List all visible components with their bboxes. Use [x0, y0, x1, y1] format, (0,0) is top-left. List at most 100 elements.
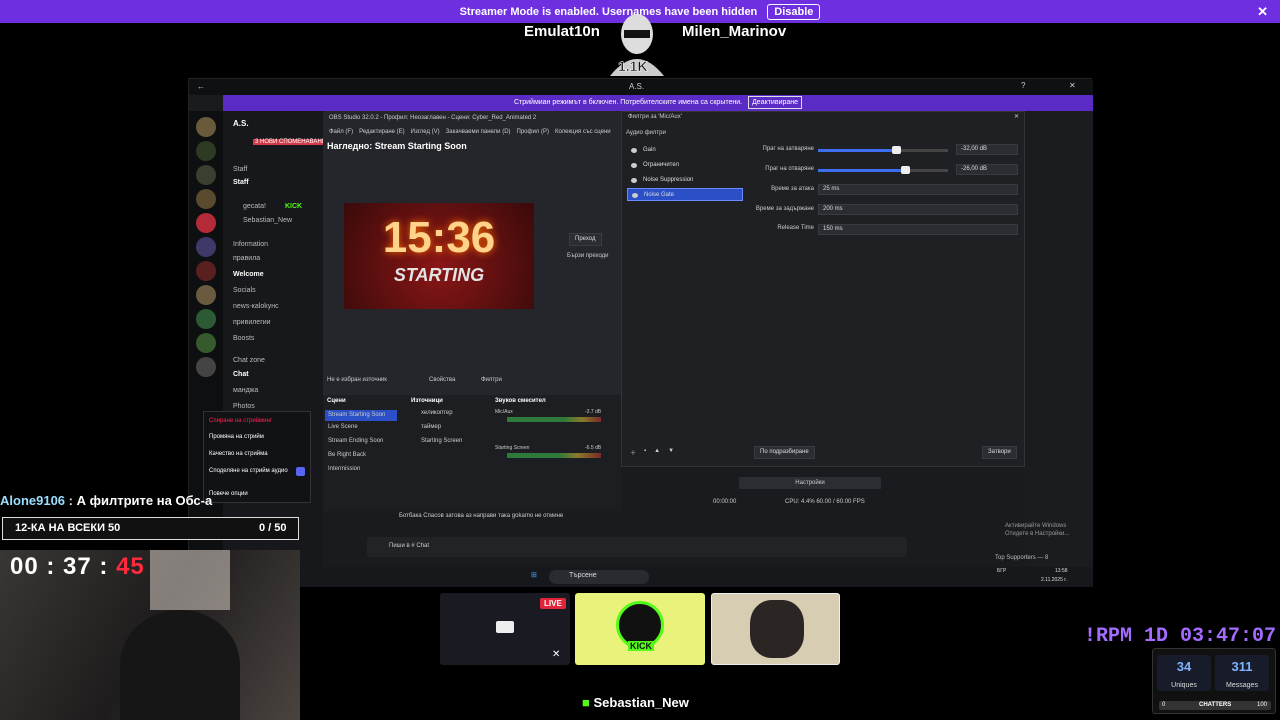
channel-photos[interactable]: Photos [233, 403, 255, 410]
menu-view[interactable]: Изглед (V) [411, 129, 440, 135]
mask-avatar-tile[interactable] [711, 593, 840, 665]
server-icon[interactable] [196, 333, 216, 353]
menu-file[interactable]: Файл (F) [329, 129, 353, 135]
help-icon[interactable]: ? [1021, 81, 1025, 90]
stream-quality-item[interactable]: Качество на стрийма [209, 451, 268, 457]
filter-item[interactable]: Gain [627, 144, 743, 157]
sources-dock-title: Източници [411, 398, 443, 404]
scene-item[interactable]: Live Scene [328, 424, 358, 430]
close-threshold-slider[interactable] [818, 146, 948, 154]
menu-profile[interactable]: Профил (P) [517, 129, 549, 135]
source-item[interactable]: хеликоптер [421, 410, 453, 416]
transition-button[interactable]: Преход [569, 233, 602, 246]
timer-hours: 00 [10, 553, 39, 580]
channel-news[interactable]: news-каlokунс [233, 303, 279, 310]
more-options-item[interactable]: Повече опции [209, 491, 248, 497]
server-icon[interactable] [196, 165, 216, 185]
server-icon[interactable] [196, 285, 216, 305]
window-close-icon[interactable]: ✕ [1069, 81, 1076, 90]
channel-socials[interactable]: Socials [233, 287, 256, 294]
menu-edit[interactable]: Редактиране (E) [359, 129, 405, 135]
eye-icon[interactable] [632, 193, 638, 198]
close-icon[interactable]: ✕ [1257, 4, 1268, 20]
channel-chat[interactable]: Chat [233, 371, 249, 378]
menu-docks[interactable]: Закачваеми панели (D) [446, 129, 511, 135]
properties-button[interactable]: Свойства [429, 377, 455, 383]
channel-rules[interactable]: правила [233, 255, 260, 262]
open-threshold-field[interactable]: -26,00 dB [956, 164, 1018, 175]
channel-staff[interactable]: Staff [233, 179, 249, 186]
defaults-button[interactable]: По подразбиране [754, 446, 815, 459]
move-down-icon[interactable]: ▼ [668, 448, 674, 457]
channel-privileges[interactable]: привилегии [233, 319, 271, 326]
server-icon[interactable] [196, 189, 216, 209]
hold-time-field[interactable]: 200 ms [818, 204, 1018, 215]
disable-button[interactable]: Disable [767, 3, 821, 20]
audio-filters-label: Аудио филтри [626, 130, 666, 136]
obs-settings-button[interactable]: Настройки [739, 477, 881, 489]
screen-share-tile[interactable]: LIVE ✕ [440, 593, 570, 665]
eye-icon[interactable] [631, 148, 637, 153]
source-item[interactable]: таймер [421, 424, 441, 430]
scene-item[interactable]: Be Right Back [328, 452, 366, 458]
stop-stream-item[interactable]: Спиране на стрийминг [209, 418, 272, 424]
add-icon[interactable]: ＋ [630, 448, 636, 457]
category-chat-zone[interactable]: Chat zone [233, 357, 265, 364]
channel-boosts[interactable]: Boosts [233, 335, 254, 342]
eye-icon[interactable] [631, 163, 637, 168]
close-threshold-field[interactable]: -32,00 dB [956, 144, 1018, 155]
deactivate-button[interactable]: Деактивиране [748, 96, 803, 109]
move-up-icon[interactable]: ▲ [654, 448, 660, 457]
player-left-name: Emulat10n [524, 23, 600, 40]
eye-icon[interactable] [631, 178, 637, 183]
mixer-meter [507, 417, 601, 422]
scene-item[interactable]: Stream Ending Soon [328, 438, 383, 444]
server-icon[interactable] [196, 117, 216, 137]
source-item[interactable]: Starting Screen [421, 438, 462, 444]
filters-button[interactable]: Филтри [481, 377, 502, 383]
filters-close-icon[interactable]: ✕ [1014, 113, 1019, 120]
channel-mandzha[interactable]: манджа [233, 387, 258, 394]
open-threshold-slider[interactable] [818, 166, 948, 174]
kick-avatar-tile[interactable]: KICK [575, 593, 705, 665]
server-icon[interactable] [196, 141, 216, 161]
change-stream-item[interactable]: Промяна на стрийм [209, 434, 264, 440]
server-icon[interactable] [196, 213, 216, 233]
preview-canvas[interactable]: 15:36 STARTING [344, 203, 534, 309]
filter-item[interactable]: Noise Suppression [627, 174, 743, 187]
channel-welcome[interactable]: Welcome [233, 271, 264, 278]
category-information[interactable]: Information [233, 241, 268, 248]
taskbar-date[interactable]: 2.11.2025 г. [1041, 577, 1067, 583]
release-time-field[interactable]: 150 ms [818, 224, 1018, 235]
preview-time: 15:36 [382, 213, 496, 262]
voice-user: gecata! [243, 203, 266, 210]
attack-time-field[interactable]: 25 ms [818, 184, 1018, 195]
mentions-badge[interactable]: 3 НОВИ СПОМЕНАВАНИЯ [253, 139, 333, 145]
windows-start-icon[interactable]: ⊞ [531, 571, 537, 579]
goal-count: 0 / 50 [259, 522, 287, 534]
scene-item[interactable]: Stream Starting Soon [325, 410, 397, 421]
discord-titlebar: ← A.S. ? ✕ [189, 79, 1093, 95]
mute-icon[interactable]: ✕ [552, 649, 560, 660]
taskbar-search[interactable]: Търсене [549, 570, 649, 584]
server-icon[interactable] [196, 357, 216, 377]
category-staff[interactable]: Staff [233, 166, 247, 173]
taskbar-time[interactable]: 13:58 [1055, 568, 1068, 574]
server-icon[interactable] [196, 261, 216, 281]
message-input[interactable]: Пиши в # Chat [367, 537, 907, 557]
close-button[interactable]: Затвори [982, 446, 1017, 459]
back-icon[interactable]: ← [197, 82, 205, 91]
filter-item-selected[interactable]: Noise Gate [627, 188, 743, 201]
rpm-countdown: !RPM 1D 03:47:07 [1084, 625, 1276, 648]
goal-bar: 12-КА НА ВСЕКИ 50 0 / 50 [2, 517, 299, 540]
scene-item[interactable]: Intermission [328, 466, 360, 472]
taskbar-lang[interactable]: БГР [997, 568, 1006, 574]
chat-text: А филтрите на Обс-а [76, 493, 213, 508]
server-icon[interactable] [196, 309, 216, 329]
share-audio-item[interactable]: Споделяне на стрийм аудио [209, 468, 288, 474]
checkbox-checked-icon[interactable] [296, 467, 305, 476]
filter-item[interactable]: Ограничител [627, 159, 743, 172]
delete-icon[interactable]: ▪ [644, 448, 646, 457]
server-icon[interactable] [196, 237, 216, 257]
menu-scenes-collection[interactable]: Колекция със сцени [555, 129, 611, 135]
